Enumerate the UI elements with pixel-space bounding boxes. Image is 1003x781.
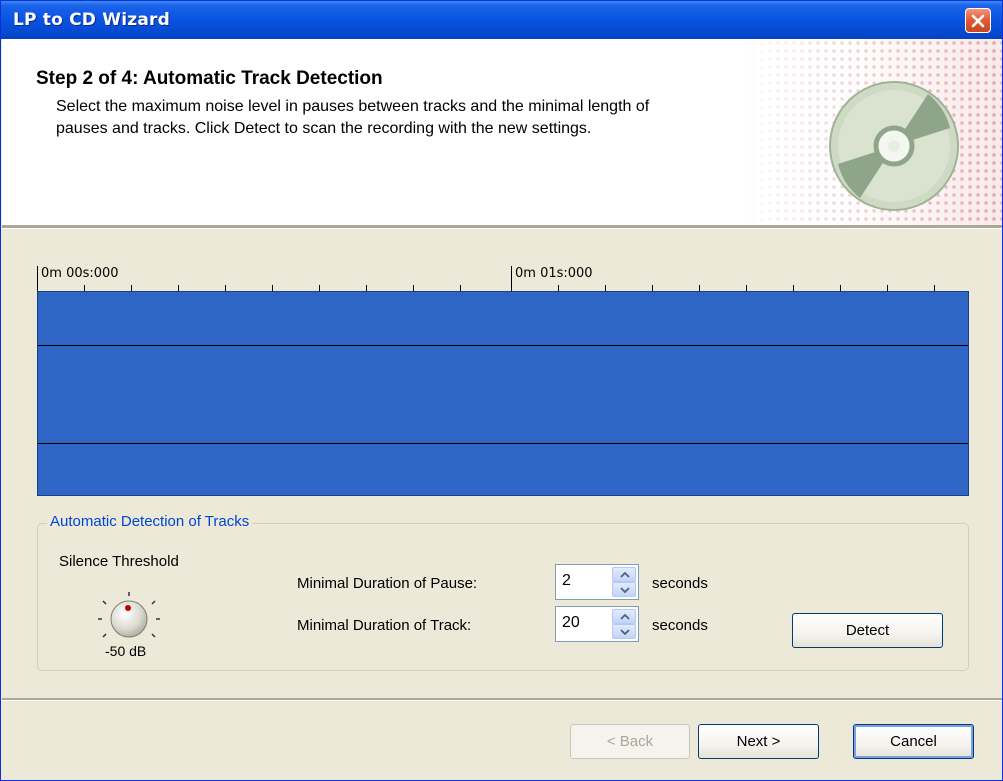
step-title: Step 2 of 4: Automatic Track Detection xyxy=(36,68,383,89)
title-bar[interactable]: LP to CD Wizard xyxy=(1,1,1002,39)
back-button-label: < Back xyxy=(606,733,654,750)
track-duration-unit: seconds xyxy=(652,617,708,634)
silence-threshold-label: Silence Threshold xyxy=(59,553,179,570)
close-icon xyxy=(971,14,985,28)
time-mark-start: 0m 00s:000 xyxy=(41,266,119,281)
pause-duration-unit: seconds xyxy=(652,575,708,592)
close-button[interactable] xyxy=(965,8,991,33)
cancel-button[interactable]: Cancel xyxy=(853,724,974,759)
track-duration-value[interactable]: 20 xyxy=(562,614,580,632)
wizard-window: LP to CD Wizard Step 2 of 4: Automatic T… xyxy=(0,0,1003,781)
chevron-down-icon xyxy=(620,629,630,635)
detection-group-label: Automatic Detection of Tracks xyxy=(47,513,253,530)
time-mark-1s: 0m 01s:000 xyxy=(515,266,593,281)
pause-duration-value[interactable]: 2 xyxy=(562,572,571,590)
time-ruler: 0m 00s:000 0m 01s:000 xyxy=(37,259,969,291)
cd-disc-icon xyxy=(829,81,959,211)
silence-threshold-value: -50 dB xyxy=(105,643,147,659)
pause-duration-label: Minimal Duration of Pause: xyxy=(297,575,478,592)
pause-decrement-button[interactable] xyxy=(612,582,636,597)
header-separator xyxy=(2,225,1002,229)
silence-threshold-knob[interactable] xyxy=(97,589,161,645)
window-title: LP to CD Wizard xyxy=(13,10,170,30)
wizard-header: Step 2 of 4: Automatic Track Detection S… xyxy=(2,39,1002,225)
waveform-display[interactable] xyxy=(37,291,969,496)
back-button[interactable]: < Back xyxy=(570,724,690,759)
track-duration-label: Minimal Duration of Track: xyxy=(297,617,472,634)
track-duration-stepper[interactable]: 20 xyxy=(555,606,639,642)
waveform-channel-line xyxy=(38,345,968,346)
chevron-down-icon xyxy=(620,587,630,593)
next-button[interactable]: Next > xyxy=(698,724,819,759)
cancel-button-label: Cancel xyxy=(890,733,937,750)
track-decrement-button[interactable] xyxy=(612,624,636,639)
chevron-up-icon xyxy=(620,572,630,578)
detect-button-label: Detect xyxy=(845,622,890,639)
pause-increment-button[interactable] xyxy=(612,567,636,582)
step-description: Select the maximum noise level in pauses… xyxy=(56,98,650,137)
pause-duration-stepper[interactable]: 2 xyxy=(555,564,639,600)
next-button-label: Next > xyxy=(736,733,781,750)
track-increment-button[interactable] xyxy=(612,609,636,624)
waveform-channel-line xyxy=(38,443,968,444)
detection-groupbox xyxy=(37,523,969,671)
footer-separator xyxy=(2,698,1002,701)
chevron-up-icon xyxy=(620,614,630,620)
detect-button[interactable]: Detect xyxy=(792,613,943,648)
